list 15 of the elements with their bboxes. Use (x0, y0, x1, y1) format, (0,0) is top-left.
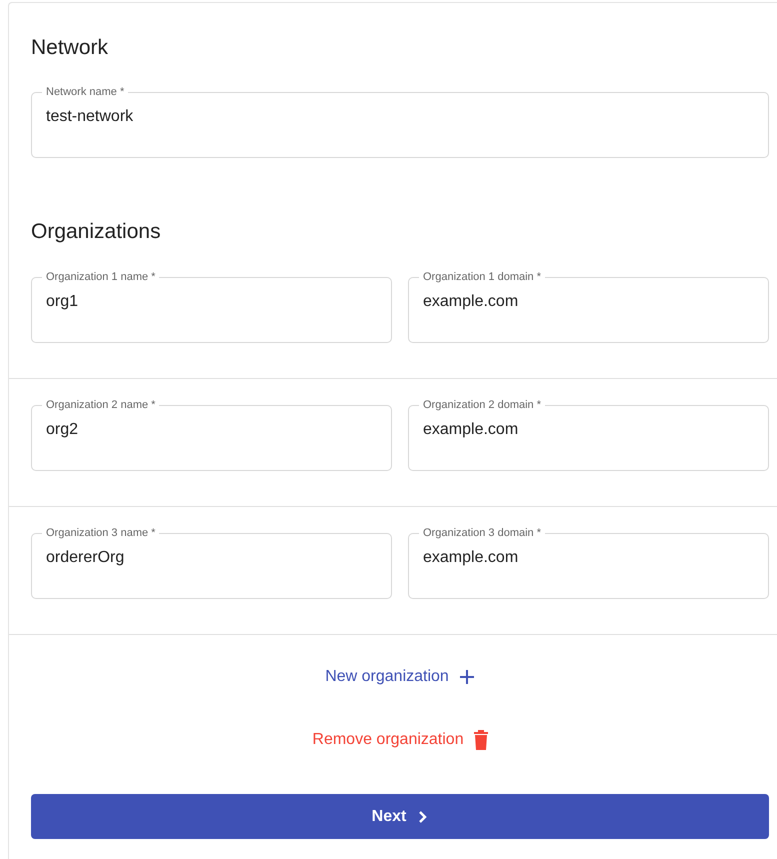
text-field[interactable]: Organization 1 name * org1 (31, 271, 392, 343)
next-button[interactable]: Next (31, 794, 769, 839)
text-field[interactable]: Organization 1 domain * example.com (408, 271, 769, 343)
section-heading: Organizations (31, 219, 162, 245)
section-heading: Network (31, 35, 110, 60)
text-field[interactable]: Organization 3 name * ordererOrg (31, 527, 392, 599)
text-field[interactable]: Organization 2 name * org2 (31, 399, 392, 471)
text-field[interactable]: Organization 3 domain * example.com (408, 527, 769, 599)
text-field[interactable]: Organization 2 domain * example.com (408, 399, 769, 471)
trash-icon (474, 730, 488, 750)
plus-icon (458, 669, 475, 685)
chevron-right-icon (418, 810, 428, 824)
text-field[interactable]: Network name * test-network (31, 86, 769, 158)
remove-organization-button[interactable]: Remove organization (308, 726, 492, 754)
new-organization-button[interactable]: New organization (321, 664, 479, 690)
